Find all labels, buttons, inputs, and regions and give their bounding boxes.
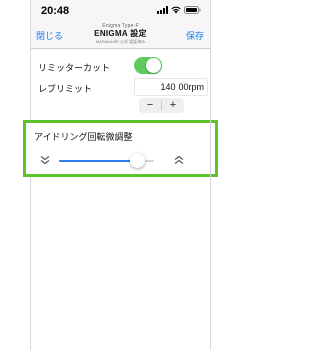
- page-title: ENIGMA 設定: [94, 29, 147, 38]
- rev-limit-label: レブリミット: [38, 84, 93, 94]
- nav-bar: 閉じる Enigma Type-F ENIGMA 設定 MARAMUSE 公式 …: [31, 20, 210, 49]
- slider-fill: [59, 160, 137, 162]
- double-chevron-up-icon[interactable]: [174, 155, 184, 165]
- status-bar: 20:48: [31, 0, 210, 20]
- save-button[interactable]: 保存: [186, 29, 204, 42]
- app-screen: 20:48 閉じる Enigma Type-F ENIGMA 設定 MARAMU…: [23, 0, 218, 350]
- limiter-cut-toggle[interactable]: [134, 57, 162, 74]
- rev-limit-unit: 00rpm: [178, 82, 204, 92]
- signal-icon: [157, 6, 168, 14]
- double-chevron-down-icon[interactable]: [40, 155, 50, 165]
- idle-adjust-label: アイドリング回転微調整: [34, 132, 133, 142]
- battery-icon: [184, 6, 201, 14]
- idle-adjust-section: アイドリング回転微調整: [23, 120, 218, 177]
- decrement-button[interactable]: −: [139, 98, 161, 113]
- status-time: 20:48: [41, 5, 70, 17]
- nav-caption: MARAMUSE 公式 認証済み: [95, 39, 146, 44]
- idle-rpm-slider[interactable]: [59, 153, 154, 168]
- rev-limit-stepper: − +: [139, 98, 184, 113]
- increment-button[interactable]: +: [162, 98, 184, 113]
- slider-thumb[interactable]: [129, 153, 145, 168]
- close-button[interactable]: 閉じる: [36, 29, 63, 42]
- rev-limit-field[interactable]: 140 00rpm: [134, 78, 208, 96]
- settings-content: リミッターカット レブリミット 140 00rpm − + アイドリング回転微調…: [23, 49, 218, 350]
- device-frame: 20:48 閉じる Enigma Type-F ENIGMA 設定 MARAMU…: [0, 0, 240, 350]
- limiter-cut-label: リミッターカット: [38, 63, 111, 73]
- wifi-icon: [171, 6, 181, 14]
- rev-limit-value: 140: [160, 82, 176, 92]
- status-icons: [157, 6, 201, 14]
- toggle-knob: [146, 58, 161, 73]
- nav-title-block: Enigma Type-F ENIGMA 設定 MARAMUSE 公式 認証済み: [94, 23, 147, 44]
